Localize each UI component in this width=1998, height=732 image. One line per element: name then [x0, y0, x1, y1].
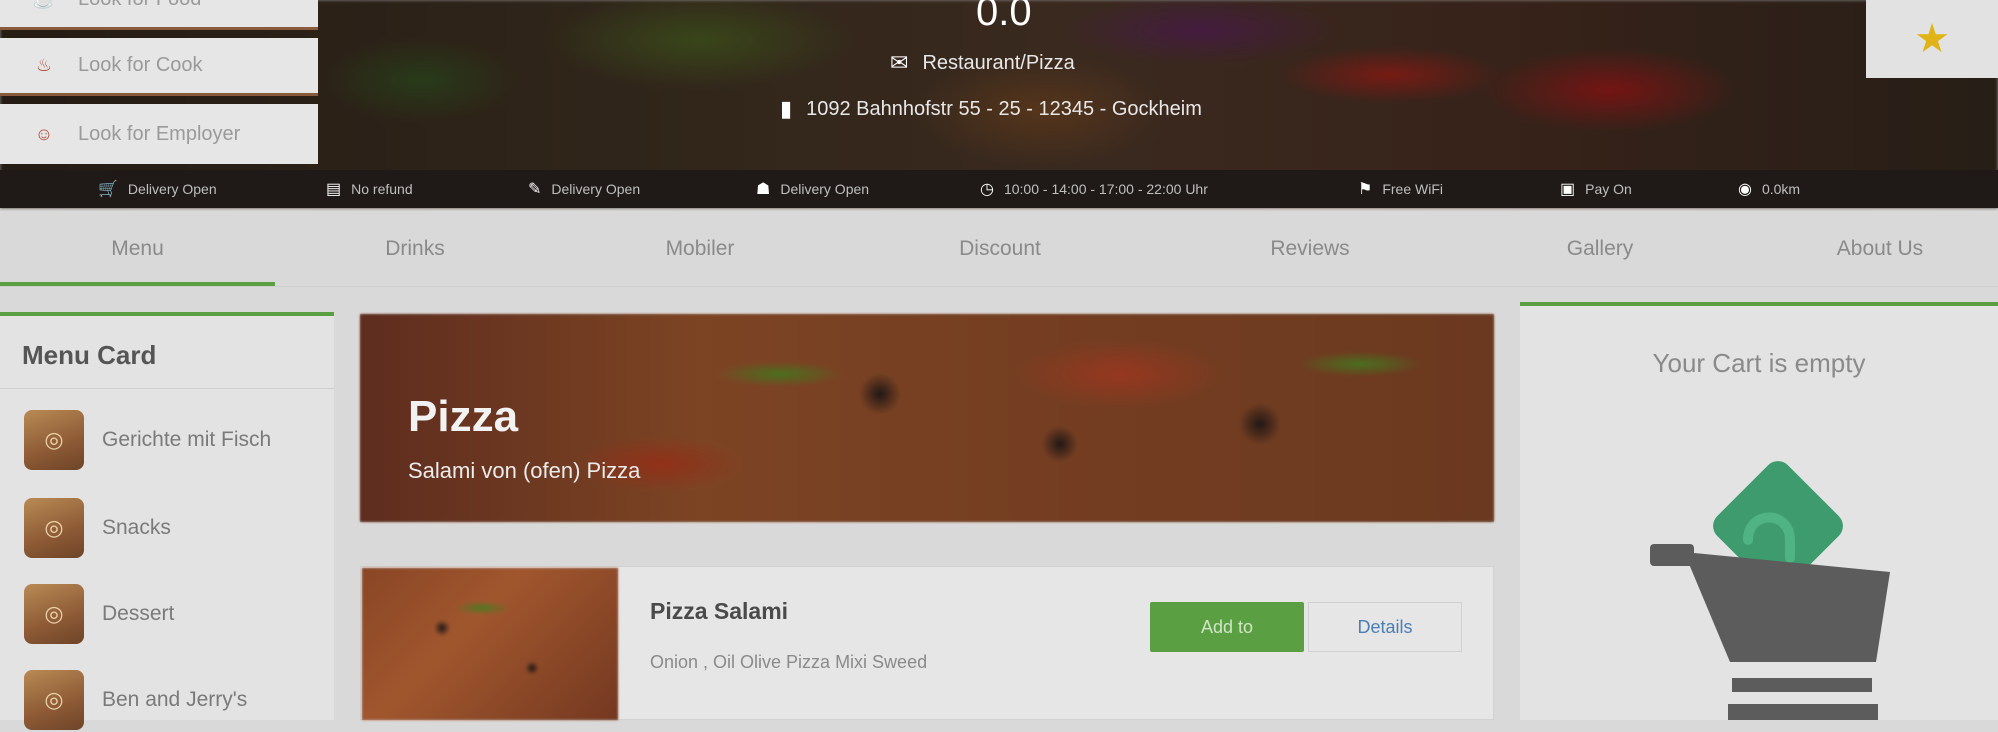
- look-for-employer-button[interactable]: ☺ Look for Employer: [0, 104, 318, 164]
- restaurant-type-label: Restaurant/Pizza: [922, 51, 1075, 74]
- clock-icon: ◷: [980, 181, 994, 198]
- info-distance: ◉ 0.0km: [1738, 170, 1800, 208]
- tab-bar: Menu Drinks Mobiler Discount Reviews Gal…: [0, 213, 1998, 285]
- card-icon: ▣: [1560, 181, 1576, 198]
- info-pickup: ✎ Delivery Open: [528, 170, 640, 208]
- cook-icon: ♨: [35, 55, 53, 75]
- food-icon: ☕: [30, 0, 58, 14]
- rating-value: 0.0: [976, 0, 1032, 34]
- tab-about-us[interactable]: About Us: [1760, 213, 1998, 285]
- tab-mobiler[interactable]: Mobiler: [580, 213, 820, 285]
- user-icon: ☗: [756, 181, 771, 198]
- info-delivery-label: Delivery Open: [127, 181, 217, 197]
- look-for-cook-button[interactable]: ♨ Look for Cook: [0, 38, 318, 96]
- category-banner-title: Pizza: [408, 392, 519, 441]
- info-wifi-label: Free WiFi: [1382, 181, 1444, 197]
- info-open-label: Delivery Open: [780, 181, 870, 197]
- wifi-icon: ⚑: [1358, 181, 1373, 198]
- category-thumbnail-icon: ◎: [24, 584, 84, 644]
- info-hours: ◷ 10:00 - 14:00 - 17:00 - 22:00 Uhr: [980, 170, 1208, 208]
- look-for-food-button[interactable]: ☕ Look for Food: [0, 0, 318, 30]
- menu-card-title: Menu Card: [22, 340, 157, 370]
- menu-category-item[interactable]: ◎ Gerichte mit Fisch: [24, 408, 324, 472]
- info-refund-label: No refund: [351, 181, 413, 197]
- restaurant-icon: ✉: [890, 50, 909, 75]
- info-bar: 🛒 Delivery Open ▤ No refund ✎ Delivery O…: [0, 170, 1998, 208]
- info-wifi: ⚑ Free WiFi: [1358, 170, 1443, 208]
- favorite-button[interactable]: ★: [1866, 0, 1998, 78]
- tab-reviews[interactable]: Reviews: [1190, 213, 1430, 285]
- info-delivery: 🛒 Delivery Open: [98, 170, 217, 208]
- menu-card-divider: [0, 388, 334, 389]
- info-payment-label: Pay On: [1585, 181, 1632, 197]
- product-image-overlay: [362, 568, 618, 720]
- look-for-employer-label: Look for Employer: [78, 122, 241, 145]
- menu-category-item[interactable]: ◎ Dessert: [24, 582, 324, 646]
- employer-icon: ☺: [34, 123, 54, 144]
- category-thumbnail-icon: ◎: [24, 410, 84, 470]
- menu-category-label: Snacks: [102, 516, 171, 539]
- tab-drinks[interactable]: Drinks: [300, 213, 530, 285]
- delivery-icon: 🛒: [98, 181, 118, 198]
- tab-divider: [0, 286, 1998, 287]
- category-thumbnail-icon: ◎: [24, 498, 84, 558]
- info-distance-label: 0.0km: [1761, 181, 1801, 197]
- tab-discount[interactable]: Discount: [880, 213, 1120, 285]
- menu-category-label: Dessert: [102, 602, 175, 625]
- pickup-icon: ✎: [528, 181, 542, 198]
- location-pin-icon: ▮: [780, 96, 793, 121]
- category-thumbnail-icon: ◎: [24, 670, 84, 730]
- menu-card-sidebar: Menu Card ◎ Gerichte mit Fisch ◎ Snacks …: [0, 312, 334, 730]
- info-refund: ▤ No refund: [326, 170, 413, 208]
- product-details-button[interactable]: Details: [1308, 602, 1462, 652]
- category-banner-subtitle: Salami von (ofen) Pizza: [408, 458, 641, 483]
- info-pickup-label: Delivery Open: [551, 181, 641, 197]
- category-banner-overlay: [360, 314, 1494, 522]
- look-for-cook-label: Look for Cook: [78, 54, 203, 76]
- product-description: Onion , Oil Olive Pizza Mixi Sweed: [650, 652, 928, 672]
- address-label: 1092 Bahnhofstr 55 - 25 - 12345 - Gockhe…: [806, 97, 1202, 120]
- empty-cart-icon: [1640, 440, 1900, 720]
- menu-category-label: Gerichte mit Fisch: [102, 428, 272, 451]
- star-icon: ★: [1914, 17, 1950, 61]
- look-for-food-label: Look for Food: [78, 0, 201, 11]
- address: ▮ 1092 Bahnhofstr 55 - 25 - 12345 - Gock…: [780, 96, 1202, 122]
- add-to-cart-button[interactable]: Add to: [1150, 602, 1304, 652]
- product-name: Pizza Salami: [650, 598, 789, 624]
- info-open: ☗ Delivery Open: [756, 170, 869, 208]
- receipt-icon: ▤: [326, 181, 342, 198]
- info-hours-label: 10:00 - 14:00 - 17:00 - 22:00 Uhr: [1003, 181, 1208, 197]
- tab-gallery[interactable]: Gallery: [1480, 213, 1720, 285]
- menu-category-item[interactable]: ◎ Ben and Jerry's: [24, 668, 324, 732]
- restaurant-type: ✉ Restaurant/Pizza: [890, 50, 1075, 76]
- menu-category-item[interactable]: ◎ Snacks: [24, 496, 324, 560]
- info-payment: ▣ Pay On: [1560, 170, 1632, 208]
- tab-menu[interactable]: Menu: [0, 213, 275, 285]
- cart-empty-message: Your Cart is empty: [1652, 348, 1866, 378]
- location-icon: ◉: [1738, 181, 1752, 198]
- menu-category-label: Ben and Jerry's: [102, 688, 248, 711]
